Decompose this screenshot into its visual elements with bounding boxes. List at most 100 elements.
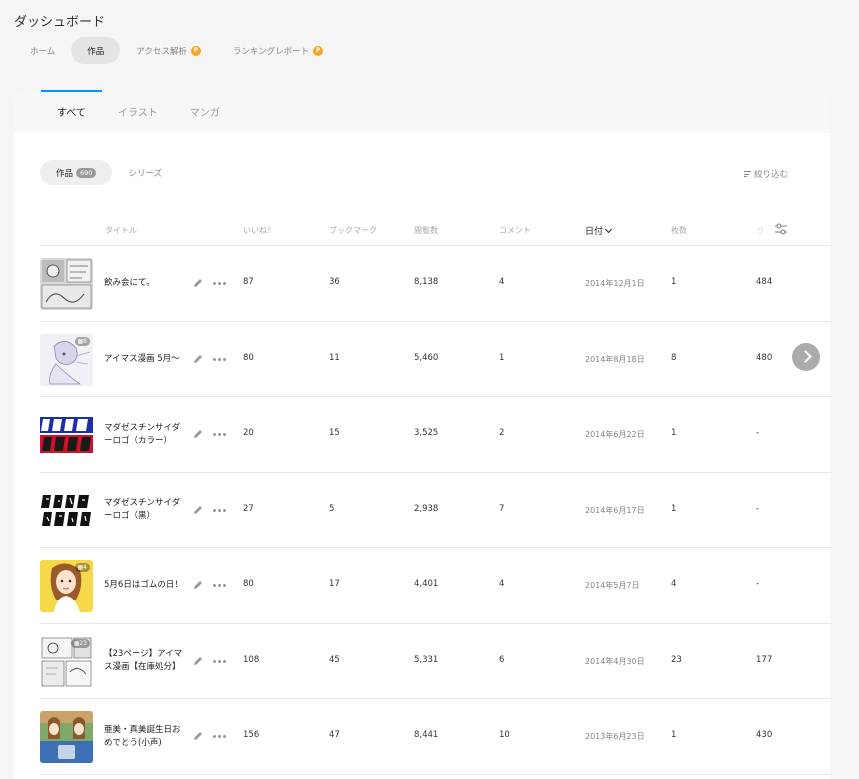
comments-cell: 1 [499,352,505,363]
premium-icon: P [190,45,201,56]
work-title-link[interactable]: 5月6日はゴムの日！ [104,548,186,623]
header-date[interactable]: 日付 [585,224,613,237]
filter-bar: 作品 690 シリーズ [40,160,178,185]
pencil-icon[interactable] [192,730,204,742]
series-filter-button[interactable]: シリーズ [112,160,178,185]
bookmarks-cell: 5 [329,503,335,514]
rank-cell: - [756,428,760,438]
header-pages[interactable]: 枚数 [671,225,687,236]
work-title-link[interactable]: 【23ページ】アイマス漫画【在庫処分】 [104,624,186,699]
more-options-icon[interactable] [213,282,227,286]
tab-works[interactable]: 作品 [71,37,121,64]
rank-cell: 430 [756,730,773,740]
column-settings-icon[interactable] [774,223,788,235]
work-title-link[interactable]: アイマス漫画 5月～ [104,322,186,397]
work-thumbnail[interactable] [40,409,93,461]
work-title-link[interactable]: 亜美・真美誕生日おめでとう(小声) [104,699,186,774]
bookmarks-cell: 45 [329,654,340,665]
rank-cell: 484 [756,277,773,287]
bookmarks-cell: 11 [329,352,340,363]
pencil-icon[interactable] [192,579,204,591]
work-thumbnail[interactable]: ▦23 [40,635,93,688]
bookmarks-cell: 15 [329,428,340,438]
header-likes[interactable]: いいね！ [243,225,275,236]
pages-cell: 4 [671,579,677,589]
date-cell: 2013年6月23日 [585,732,645,741]
date-cell: 2014年6月17日 [585,505,645,515]
pages-cell: 8 [671,352,677,363]
pages-cell: 1 [671,730,677,740]
header-comments[interactable]: コメント [499,225,531,236]
table-row: ▦4 5月6日はゴムの日！ 80 17 4,401 4 2014年5月7日 4 … [40,548,830,624]
table-row: 飲み会にて。 87 36 8,138 4 2014年12月1日 1 484 [40,246,830,322]
pencil-icon[interactable] [192,277,204,289]
likes-cell: 80 [243,579,254,589]
more-options-icon[interactable] [213,508,227,513]
tab-home[interactable]: ホーム [14,37,71,64]
work-thumbnail[interactable]: ▦4 [40,560,93,612]
narrow-down-button[interactable]: 絞り込む [744,168,788,180]
tab-ranking-report[interactable]: ランキングレポート P [217,37,339,64]
premium-icon: P [313,45,324,56]
views-cell: 3,525 [414,428,439,438]
header-title[interactable]: タイトル [105,225,137,236]
works-count-badge: 690 [76,167,97,178]
work-title-link[interactable]: 飲み会にて。 [104,246,186,321]
work-thumbnail[interactable]: ▦8 [40,333,93,386]
pencil-icon[interactable] [192,504,204,516]
comments-cell: 10 [499,730,510,740]
table-header: タイトル いいね！ ブックマーク 閲覧数 コメント 日付 枚数 ラ [40,220,830,246]
filter-icon [744,170,751,179]
header-rank[interactable]: ラ [756,225,764,236]
more-options-icon[interactable] [213,357,227,362]
date-cell: 2014年12月1日 [585,279,645,288]
works-card: すべて イラスト マンガ 作品 690 シリーズ 絞り込む タイトル いいね！ … [14,90,830,779]
more-options-icon[interactable] [213,433,227,437]
works-filter-button[interactable]: 作品 690 [40,160,113,185]
tab-access-analysis[interactable]: アクセス解析 P [120,37,217,64]
more-options-icon[interactable] [213,584,227,588]
likes-cell: 20 [243,428,254,438]
work-thumbnail[interactable] [40,258,93,310]
header-views[interactable]: 閲覧数 [414,225,438,236]
likes-cell: 108 [243,654,260,665]
likes-cell: 80 [243,352,254,363]
pencil-icon[interactable] [192,353,204,365]
more-options-icon[interactable] [213,735,227,739]
chevron-down-icon [604,225,613,234]
rank-cell: 480 [756,352,773,363]
views-cell: 8,441 [414,730,439,740]
page-count-badge: ▦23 [70,638,90,648]
comments-cell: 4 [499,579,505,589]
page-count-badge: ▦4 [74,563,90,572]
pages-cell: 1 [671,277,677,287]
work-thumbnail[interactable] [40,484,93,537]
header-bookmarks[interactable]: ブックマーク [329,225,377,236]
bookmarks-cell: 36 [329,277,340,287]
work-title-link[interactable]: マダゼスチンサイダーロゴ（黒） [104,473,186,548]
comments-cell: 2 [499,428,505,438]
works-table: 飲み会にて。 87 36 8,138 4 2014年12月1日 1 484 ▦8 [40,246,830,775]
table-row: マダゼスチンサイダーロゴ（カラー） 20 15 3,525 2 2014年6月2… [40,397,830,473]
date-cell: 2014年4月30日 [585,656,645,666]
likes-cell: 156 [243,730,260,740]
rank-cell: 177 [756,654,773,665]
tab-all[interactable]: すべて [41,90,102,133]
date-cell: 2014年6月22日 [585,430,645,439]
pages-cell: 1 [671,428,677,438]
views-cell: 5,331 [414,654,439,665]
more-options-icon[interactable] [213,659,227,664]
scroll-right-button[interactable] [792,343,820,371]
views-cell: 5,460 [414,352,439,363]
content-type-tabs: すべて イラスト マンガ [14,90,830,133]
likes-cell: 27 [243,503,254,514]
pencil-icon[interactable] [192,428,204,440]
work-thumbnail[interactable] [40,711,93,763]
tab-illust[interactable]: イラスト [102,90,174,133]
comments-cell: 7 [499,503,505,514]
comments-cell: 6 [499,654,505,665]
work-title-link[interactable]: マダゼスチンサイダーロゴ（カラー） [104,397,186,472]
rank-cell: - [756,579,760,589]
pencil-icon[interactable] [192,655,204,667]
tab-manga[interactable]: マンガ [174,90,236,133]
